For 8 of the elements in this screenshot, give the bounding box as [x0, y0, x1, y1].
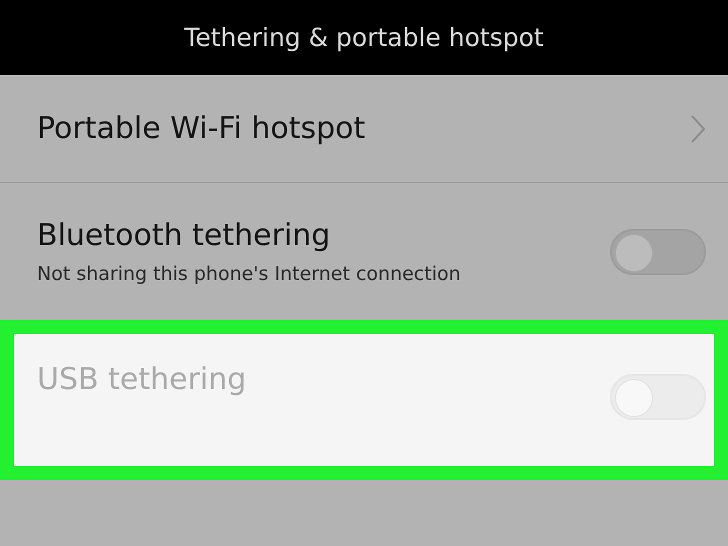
- toggle-switch[interactable]: [610, 228, 706, 274]
- row-title: USB tethering: [37, 362, 246, 397]
- row-title: Portable Wi-Fi hotspot: [37, 111, 366, 146]
- row-subtitle: Not sharing this phone's Internet connection: [37, 263, 461, 285]
- row-title: Bluetooth tethering: [37, 218, 332, 253]
- settings-row[interactable]: Portable Wi-Fi hotspot: [0, 75, 728, 183]
- chevron-right-icon: [690, 114, 706, 144]
- screen-title: Tethering & portable hotspot: [184, 23, 544, 52]
